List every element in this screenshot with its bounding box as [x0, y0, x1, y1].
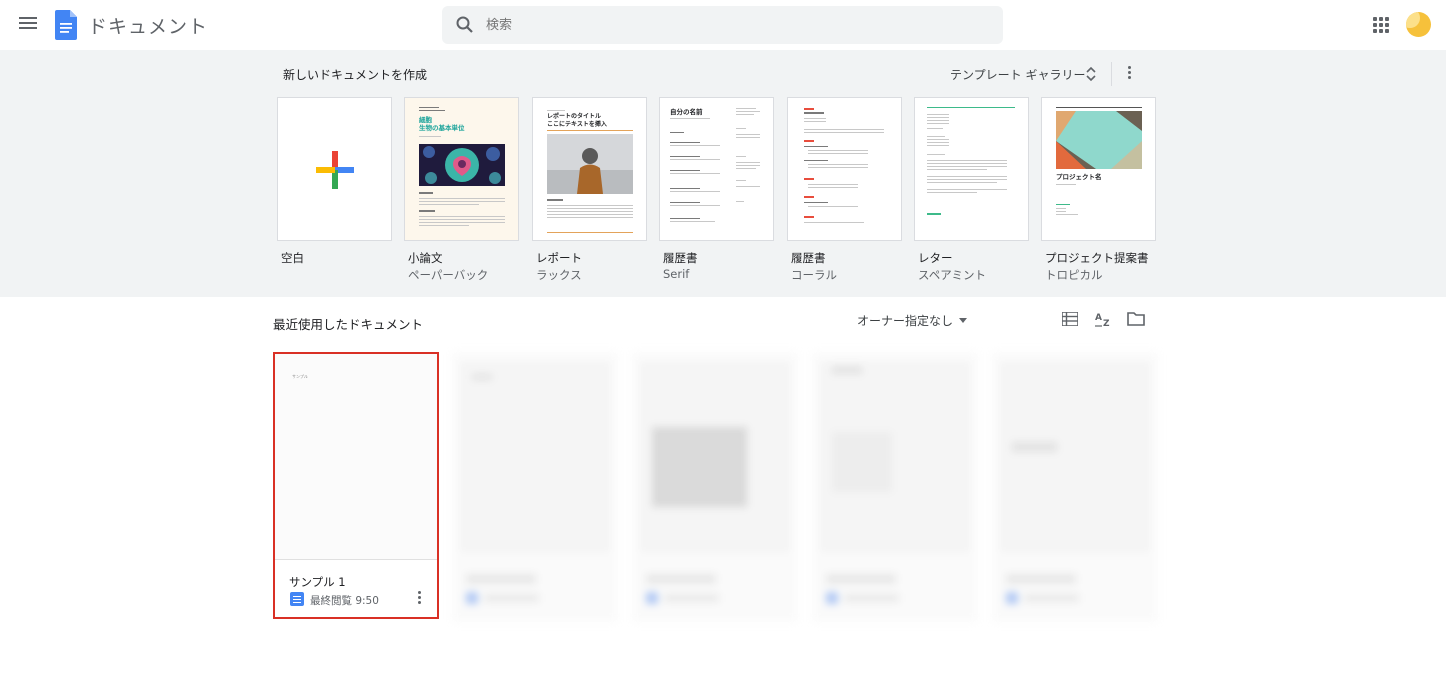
- template-gallery-button[interactable]: テンプレート ギャラリー: [950, 66, 1085, 83]
- template-resume-coral[interactable]: 履歴書 コーラル: [787, 97, 902, 283]
- template-letter[interactable]: レター スペアミント: [914, 97, 1029, 283]
- blurred-doc-card: [992, 352, 1158, 622]
- template-style: Serif: [663, 267, 690, 281]
- plus-icon: [316, 151, 354, 189]
- template-name: 空白: [281, 251, 304, 265]
- template-more-icon[interactable]: [1126, 66, 1132, 82]
- template-thumbnail[interactable]: レポートのタイトル ここにテキストを挿入: [532, 97, 647, 241]
- recent-doc-card[interactable]: サンプル サンプル 1 最終閲覧 9:50: [273, 352, 439, 619]
- template-section-title: 新しいドキュメントを作成: [283, 68, 428, 82]
- template-blank[interactable]: 空白: [277, 97, 392, 266]
- doc-thumbnail-text: サンプル: [292, 374, 308, 379]
- template-thumbnail[interactable]: プロジェクト名: [1041, 97, 1156, 241]
- search-icon[interactable]: [455, 15, 475, 35]
- owner-filter-dropdown[interactable]: オーナー指定なし: [857, 312, 968, 329]
- template-thumbnail[interactable]: [787, 97, 902, 241]
- docs-file-icon: [290, 592, 304, 606]
- template-gallery: 新しいドキュメントを作成 テンプレート ギャラリー 空白 細胞 生物の基本単位: [0, 50, 1446, 297]
- template-name: レター: [918, 251, 953, 265]
- template-name: レポート: [536, 251, 582, 265]
- svg-text:Z: Z: [1103, 319, 1110, 327]
- blurred-doc-card: [632, 352, 798, 622]
- top-bar: ドキュメント: [0, 0, 1456, 50]
- unfold-icon[interactable]: [1086, 65, 1096, 83]
- search-box[interactable]: [442, 6, 1003, 44]
- account-avatar[interactable]: [1406, 12, 1431, 37]
- doc-last-opened: 最終閲覧 9:50: [310, 595, 379, 607]
- divider: [1111, 62, 1112, 86]
- folder-icon[interactable]: [1127, 311, 1145, 327]
- owner-filter-label: オーナー指定なし: [857, 314, 954, 328]
- template-style: トロピカル: [1045, 268, 1103, 282]
- template-name: 履歴書: [663, 251, 698, 265]
- app-title[interactable]: ドキュメント: [88, 12, 208, 39]
- main-menu-icon[interactable]: [19, 15, 37, 33]
- template-style: スペアミント: [918, 268, 986, 282]
- docs-logo-icon[interactable]: [55, 10, 77, 40]
- blurred-doc-card: [812, 352, 978, 622]
- dropdown-caret-icon: [959, 318, 968, 323]
- search-input[interactable]: [486, 6, 986, 44]
- template-thumbnail[interactable]: 自分の名前: [659, 97, 774, 241]
- thumb-title: プロジェクト名: [1056, 173, 1102, 181]
- doc-more-icon[interactable]: [416, 591, 422, 607]
- cell-illustration: [419, 144, 505, 186]
- template-name: プロジェクト提案書: [1045, 251, 1149, 265]
- scrollbar-track[interactable]: [1446, 50, 1456, 695]
- template-resume-serif[interactable]: 自分の名前 履歴書 Serif: [659, 97, 774, 281]
- template-name: 履歴書: [791, 251, 826, 265]
- tropical-graphic: [1056, 111, 1142, 169]
- blurred-doc-card: [452, 352, 618, 622]
- template-thumbnail[interactable]: [914, 97, 1029, 241]
- template-style: ペーパーバック: [408, 268, 489, 282]
- template-report[interactable]: レポートのタイトル ここにテキストを挿入 レポート ラックス: [532, 97, 647, 283]
- list-view-icon[interactable]: [1062, 312, 1078, 326]
- sort-az-icon[interactable]: A Z: [1095, 311, 1113, 327]
- recent-section-title: 最近使用したドキュメント: [273, 317, 424, 332]
- template-thumbnail[interactable]: [277, 97, 392, 241]
- thumb-title: 細胞 生物の基本単位: [419, 116, 465, 132]
- doc-name: サンプル 1: [289, 575, 346, 589]
- thumb-title: 自分の名前: [670, 108, 703, 116]
- template-project-proposal[interactable]: プロジェクト名 プロジェクト提案書 トロピカル: [1041, 97, 1156, 283]
- apps-grid-icon[interactable]: [1373, 17, 1389, 33]
- svg-text:A: A: [1095, 313, 1102, 323]
- template-essay[interactable]: 細胞 生物の基本単位 小論文 ペーパーバック: [404, 97, 519, 283]
- template-style: コーラル: [791, 268, 837, 282]
- template-thumbnail[interactable]: 細胞 生物の基本単位: [404, 97, 519, 241]
- report-photo: [547, 134, 633, 194]
- template-style: ラックス: [536, 268, 582, 282]
- template-name: 小論文: [408, 251, 443, 265]
- thumb-title: レポートのタイトル ここにテキストを挿入: [547, 113, 607, 128]
- doc-thumbnail[interactable]: サンプル: [275, 354, 437, 560]
